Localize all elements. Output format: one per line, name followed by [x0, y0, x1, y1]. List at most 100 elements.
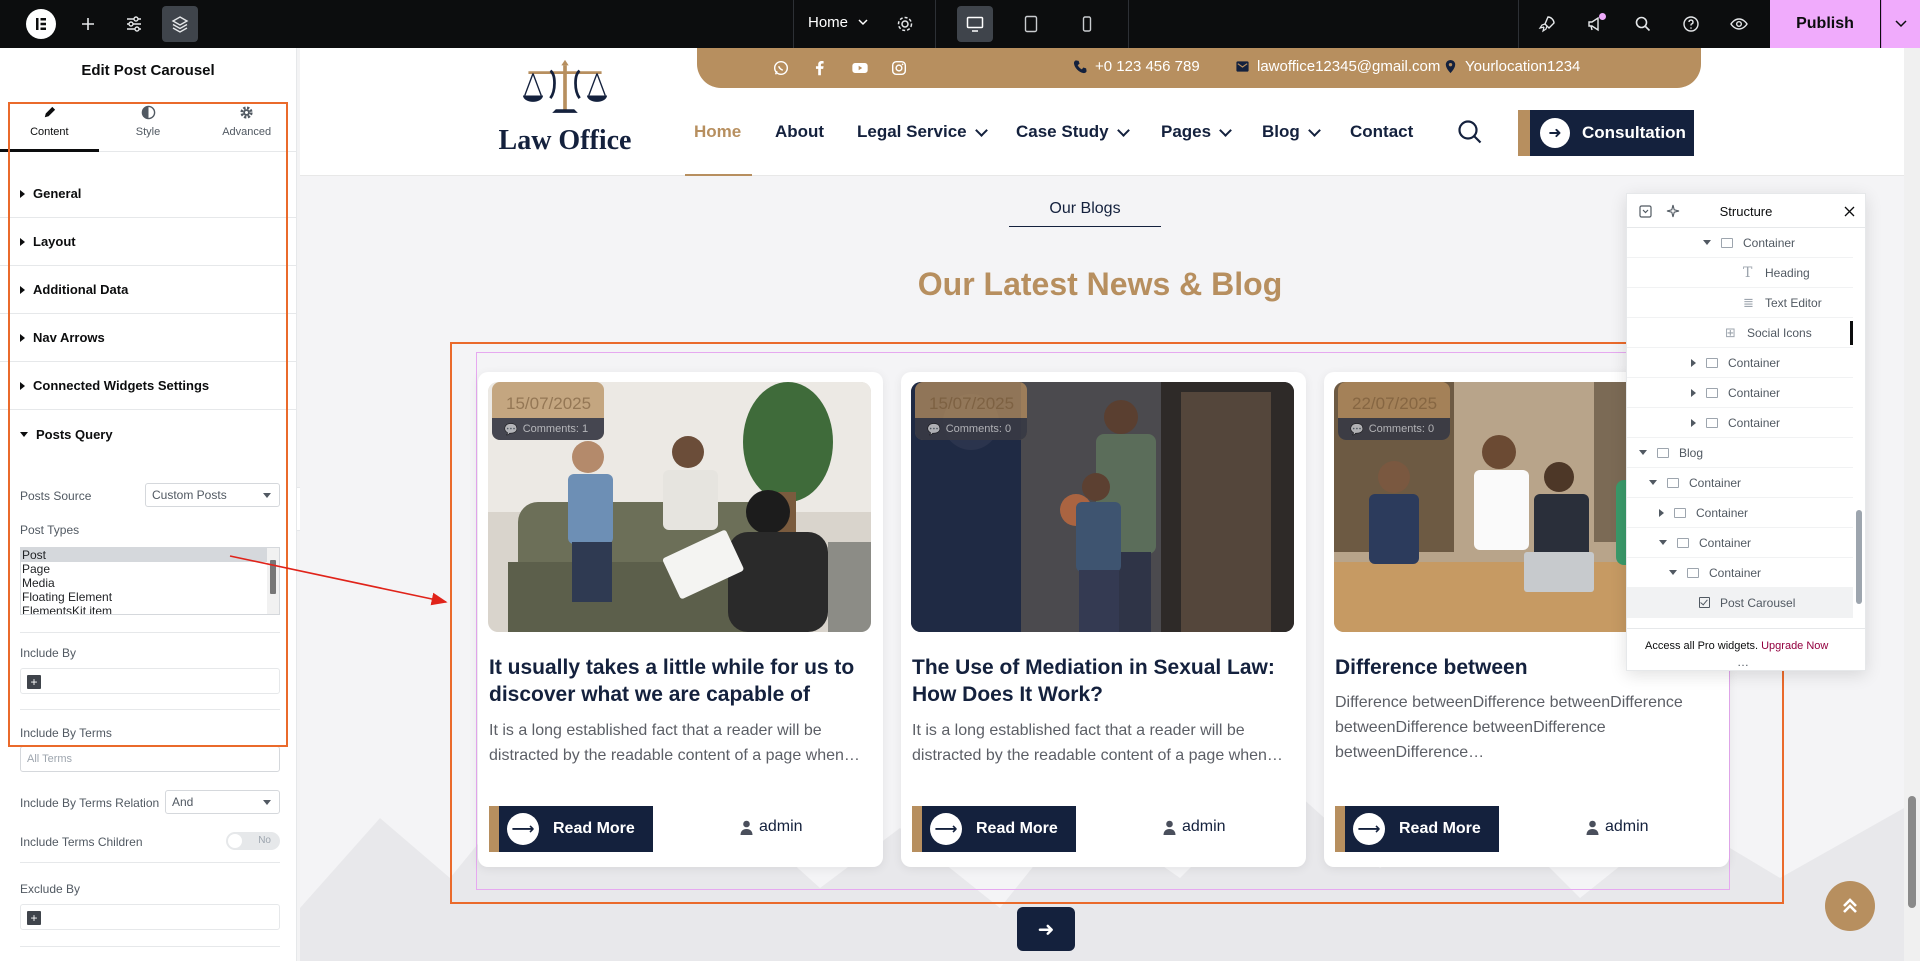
whatsapp-icon[interactable]: [771, 58, 791, 78]
post-card[interactable]: 15/07/2025 💬 Comments: 1 It usually takes…: [478, 372, 883, 867]
structure-item[interactable]: Container: [1627, 528, 1853, 558]
section-connected-widgets[interactable]: Connected Widgets Settings: [0, 362, 296, 410]
launchpad-button[interactable]: [1529, 6, 1565, 42]
caret-down-icon[interactable]: [1639, 450, 1647, 455]
plus-icon[interactable]: +: [27, 675, 41, 689]
post-author[interactable]: admin: [740, 818, 803, 836]
tab-content[interactable]: Content: [0, 92, 99, 152]
post-title[interactable]: It usually takes a little while for us t…: [489, 654, 874, 708]
upgrade-link[interactable]: Upgrade Now: [1761, 640, 1828, 652]
whats-new-button[interactable]: [1577, 6, 1613, 42]
post-author[interactable]: admin: [1163, 818, 1226, 836]
nav-contact[interactable]: Contact: [1350, 122, 1413, 142]
add-element-button[interactable]: [70, 6, 106, 42]
youtube-icon[interactable]: [850, 58, 870, 78]
nav-pages[interactable]: Pages: [1161, 122, 1232, 142]
close-icon[interactable]: [1841, 203, 1857, 219]
exclude-by-control[interactable]: +: [20, 904, 280, 930]
scrollbar-thumb[interactable]: [1908, 796, 1916, 908]
structure-item[interactable]: ≣ Text Editor: [1627, 288, 1853, 318]
structure-title: Structure: [1719, 204, 1773, 219]
site-settings-button[interactable]: [116, 6, 152, 42]
listbox-scrollbar[interactable]: [267, 548, 279, 614]
read-more-button[interactable]: ⟶ Read More: [912, 806, 1076, 852]
plus-icon[interactable]: +: [27, 911, 41, 925]
nav-legal-service[interactable]: Legal Service: [857, 122, 988, 142]
post-type-option[interactable]: Media: [21, 576, 279, 590]
publish-button[interactable]: Publish: [1770, 0, 1880, 48]
caret-right-icon[interactable]: [1659, 508, 1664, 517]
nav-blog[interactable]: Blog: [1262, 122, 1321, 142]
section-nav-arrows[interactable]: Nav Arrows: [0, 314, 296, 362]
scroll-to-top-button[interactable]: [1825, 881, 1875, 931]
social-icons-icon: ⊞: [1725, 324, 1736, 340]
canvas-scrollbar[interactable]: [1904, 48, 1920, 961]
caret-down-icon[interactable]: [1659, 540, 1667, 545]
post-type-option[interactable]: Floating Element: [21, 590, 279, 604]
mobile-view-button[interactable]: [1069, 6, 1105, 42]
read-more-button[interactable]: ⟶ Read More: [489, 806, 653, 852]
post-type-option[interactable]: Page: [21, 562, 279, 576]
caret-down-icon[interactable]: [1669, 570, 1677, 575]
page-selector[interactable]: Home: [808, 14, 868, 31]
structure-scrollbar[interactable]: [1853, 228, 1865, 628]
structure-item[interactable]: Post Carousel: [1627, 588, 1853, 618]
carousel-next-button[interactable]: ➜: [1017, 907, 1075, 951]
post-title[interactable]: The Use of Mediation in Sexual Law: How …: [912, 654, 1297, 708]
section-posts-query[interactable]: Posts Query: [0, 410, 296, 458]
scrollbar-thumb[interactable]: [270, 560, 276, 594]
post-type-option[interactable]: ElementsKit item: [21, 604, 279, 614]
nav-home[interactable]: Home: [694, 122, 741, 142]
structure-item[interactable]: Container: [1627, 558, 1853, 588]
post-type-option[interactable]: Post: [21, 548, 279, 562]
nav-about[interactable]: About: [775, 122, 824, 142]
email-contact[interactable]: lawoffice12345@gmail.com: [1235, 58, 1440, 75]
structure-item[interactable]: T Heading: [1627, 258, 1853, 288]
post-types-listbox[interactable]: Post Page Media Floating Element Element…: [20, 547, 280, 615]
desktop-view-button[interactable]: [957, 6, 993, 42]
structure-item[interactable]: Container: [1627, 228, 1853, 258]
site-logo[interactable]: Law Office: [490, 58, 640, 157]
facebook-icon[interactable]: [810, 58, 830, 78]
publish-options-button[interactable]: [1881, 0, 1920, 48]
section-general[interactable]: General: [0, 170, 296, 218]
post-author[interactable]: admin: [1586, 818, 1649, 836]
preview-button[interactable]: [1721, 6, 1757, 42]
consultation-button[interactable]: ➜ Consultation: [1518, 110, 1694, 156]
scrollbar-thumb[interactable]: [1856, 510, 1862, 604]
structure-item[interactable]: Container: [1627, 468, 1853, 498]
structure-item[interactable]: Container: [1627, 498, 1853, 528]
page-settings-button[interactable]: [887, 6, 923, 42]
nav-case-study[interactable]: Case Study: [1016, 122, 1130, 142]
structure-item[interactable]: Container: [1627, 348, 1853, 378]
tab-style[interactable]: Style: [99, 92, 198, 151]
help-button[interactable]: [1673, 6, 1709, 42]
caret-down-icon[interactable]: [1703, 240, 1711, 245]
caret-right-icon[interactable]: [1691, 358, 1696, 367]
caret-right-icon[interactable]: [1691, 388, 1696, 397]
structure-item[interactable]: Container: [1627, 408, 1853, 438]
search-icon[interactable]: [1456, 118, 1484, 146]
finder-button[interactable]: [1625, 6, 1661, 42]
read-more-button[interactable]: ⟶ Read More: [1335, 806, 1499, 852]
include-by-control[interactable]: +: [20, 668, 280, 694]
section-layout[interactable]: Layout: [0, 218, 296, 266]
elementor-logo-button[interactable]: [23, 6, 59, 42]
caret-down-icon[interactable]: [1649, 480, 1657, 485]
terms-children-toggle[interactable]: No: [226, 832, 280, 850]
include-by-terms-input[interactable]: All Terms: [20, 746, 280, 772]
structure-button[interactable]: [162, 6, 198, 42]
posts-source-select[interactable]: Custom Posts: [145, 483, 280, 507]
structure-item[interactable]: Blog: [1627, 438, 1853, 468]
structure-item[interactable]: Container: [1627, 378, 1853, 408]
instagram-icon[interactable]: [889, 58, 909, 78]
tab-advanced[interactable]: Advanced: [197, 92, 296, 151]
post-card[interactable]: 15/07/2025 💬 Comments: 0 The Use of Media…: [901, 372, 1306, 867]
caret-right-icon[interactable]: [1691, 418, 1696, 427]
section-additional-data[interactable]: Additional Data: [0, 266, 296, 314]
structure-item[interactable]: ⊞ Social Icons: [1627, 318, 1853, 348]
tablet-view-button[interactable]: [1013, 6, 1049, 42]
terms-relation-select[interactable]: And: [165, 790, 280, 814]
phone-contact[interactable]: +0 123 456 789: [1073, 58, 1200, 75]
location-contact[interactable]: Yourlocation1234: [1443, 58, 1580, 75]
